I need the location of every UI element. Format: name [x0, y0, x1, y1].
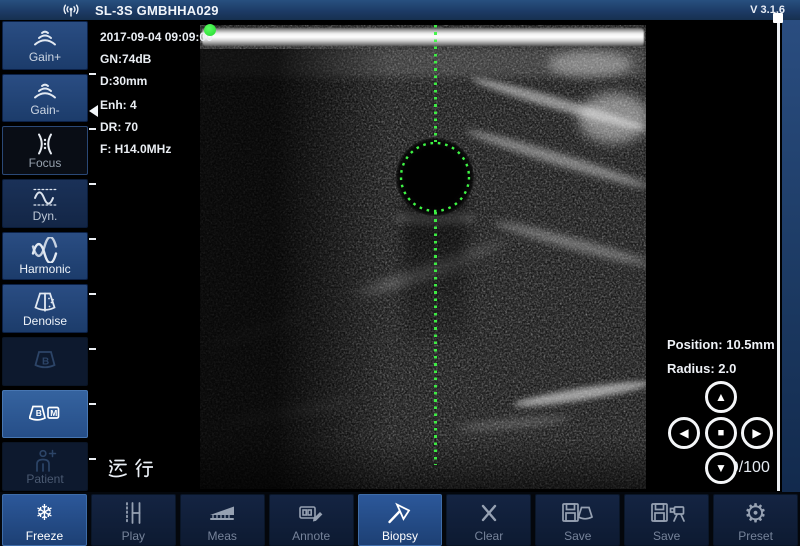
play-button[interactable]: Play	[91, 494, 176, 546]
gain-value: GN:74dB	[100, 48, 213, 70]
b-mode-icon: B	[30, 348, 60, 374]
freeze-label: Freeze	[26, 529, 63, 543]
clear-x-icon	[476, 497, 502, 529]
bottom-toolbar: ❄ Freeze Play Meas	[0, 492, 800, 546]
denoise-label: Denoise	[23, 315, 67, 328]
gain-decrease-icon	[30, 80, 60, 104]
save-image-label: Save	[564, 529, 591, 543]
datetime-label: 2017-09-04 09:09:00	[100, 26, 213, 48]
arrow-down-icon: ▼	[715, 462, 727, 474]
run-status-text	[107, 457, 153, 478]
annotate-label: Annote	[292, 529, 330, 543]
scrollbar-track[interactable]	[777, 14, 780, 491]
frequency-value: F: H14.0MHz	[100, 138, 213, 160]
dynamic-range-button[interactable]: Dyn.	[2, 179, 88, 228]
bm-mode-icon: B M	[29, 403, 61, 425]
image-parameters: 2017-09-04 09:09:00 GN:74dB D:30mm Enh: …	[100, 26, 213, 160]
move-left-button[interactable]: ◀	[668, 417, 700, 449]
play-label: Play	[122, 529, 145, 543]
bm-mode-m-letter: M	[50, 408, 57, 418]
arrow-right-icon: ▶	[752, 427, 761, 439]
b-mode-letter: B	[42, 357, 49, 368]
biopsy-position-value: Position: 10.5mm	[667, 337, 775, 352]
preset-button[interactable]: ⚙ Preset	[713, 494, 798, 546]
freeze-button[interactable]: ❄ Freeze	[2, 494, 87, 546]
square-stop-icon: ■	[718, 427, 725, 439]
focus-depth-marker[interactable]	[89, 105, 98, 117]
clear-button[interactable]: Clear	[446, 494, 531, 546]
bm-mode-b-letter: B	[36, 408, 42, 418]
arrow-up-icon: ▲	[715, 391, 727, 403]
ultrasound-image	[200, 25, 646, 489]
save-video-icon	[649, 497, 685, 529]
biopsy-guide-line-bottom	[434, 212, 437, 465]
move-right-button[interactable]: ▶	[741, 417, 773, 449]
gain-increase-icon	[30, 27, 60, 51]
save-image-icon	[560, 497, 596, 529]
depth-value: D:30mm	[100, 70, 213, 92]
denoise-icon	[30, 290, 60, 315]
biopsy-guide-line-top	[434, 25, 437, 142]
save-video-label: Save	[653, 529, 680, 543]
focus-label: Focus	[29, 157, 62, 170]
live-indicator-dot	[204, 24, 216, 36]
top-status-bar: SL-3S GMBHHA029 V 3.1.6	[0, 0, 800, 20]
device-title: SL-3S GMBHHA029	[95, 3, 219, 18]
biopsy-button[interactable]: Biopsy	[358, 494, 443, 546]
gain-plus-button[interactable]: Gain+	[2, 21, 88, 70]
patient-icon	[31, 448, 59, 473]
gain-minus-button[interactable]: Gain-	[2, 74, 88, 123]
dynamic-range-icon	[30, 184, 60, 210]
focus-icon	[30, 131, 60, 157]
biopsy-label: Biopsy	[382, 529, 418, 543]
move-up-button[interactable]: ▲	[705, 381, 737, 413]
patient-button[interactable]: Patient	[2, 442, 88, 491]
annotation-icon	[296, 497, 326, 529]
biopsy-radius-value: Radius: 2.0	[667, 361, 736, 376]
harmonic-button[interactable]: Harmonic	[2, 232, 88, 281]
bm-mode-button[interactable]: B M	[2, 390, 88, 439]
cjk-glyph-xing	[133, 457, 153, 478]
confirm-stop-button[interactable]: ■	[705, 417, 737, 449]
dynamic-range-label: Dyn.	[33, 210, 58, 223]
cjk-glyph-yun	[107, 457, 127, 478]
harmonic-label: Harmonic	[19, 263, 70, 276]
arrow-left-icon: ◀	[679, 427, 688, 439]
enhance-value: Enh: 4	[100, 94, 213, 116]
clear-label: Clear	[475, 529, 504, 543]
left-control-panel: Gain+ Gain- Focus Dyn.	[2, 21, 88, 491]
save-image-button[interactable]: Save	[535, 494, 620, 546]
focus-button[interactable]: Focus	[2, 126, 88, 175]
b-mode-button[interactable]: B	[2, 337, 88, 386]
gain-plus-label: Gain+	[29, 51, 61, 64]
preset-label: Preset	[738, 529, 773, 543]
patient-label: Patient	[26, 473, 63, 486]
gain-minus-label: Gain-	[30, 104, 59, 117]
cine-film-icon	[118, 497, 148, 529]
preset-gear-icon: ⚙	[744, 497, 767, 529]
annotate-button[interactable]: Annote	[269, 494, 354, 546]
skin-line-echo	[202, 28, 644, 46]
measure-ruler-icon	[207, 497, 237, 529]
biopsy-target-circle	[397, 139, 473, 215]
move-down-button[interactable]: ▼	[705, 452, 737, 484]
right-panel-strip	[782, 20, 800, 492]
biopsy-needle-icon	[386, 497, 414, 529]
harmonic-icon	[29, 237, 61, 263]
snowflake-icon: ❄	[35, 497, 53, 529]
dynamic-range-value: DR: 70	[100, 116, 213, 138]
scrollbar-handle[interactable]	[773, 13, 783, 23]
wireless-signal-icon	[62, 3, 80, 18]
measure-label: Meas	[208, 529, 237, 543]
denoise-button[interactable]: Denoise	[2, 284, 88, 333]
measure-button[interactable]: Meas	[180, 494, 265, 546]
save-video-button[interactable]: Save	[624, 494, 709, 546]
